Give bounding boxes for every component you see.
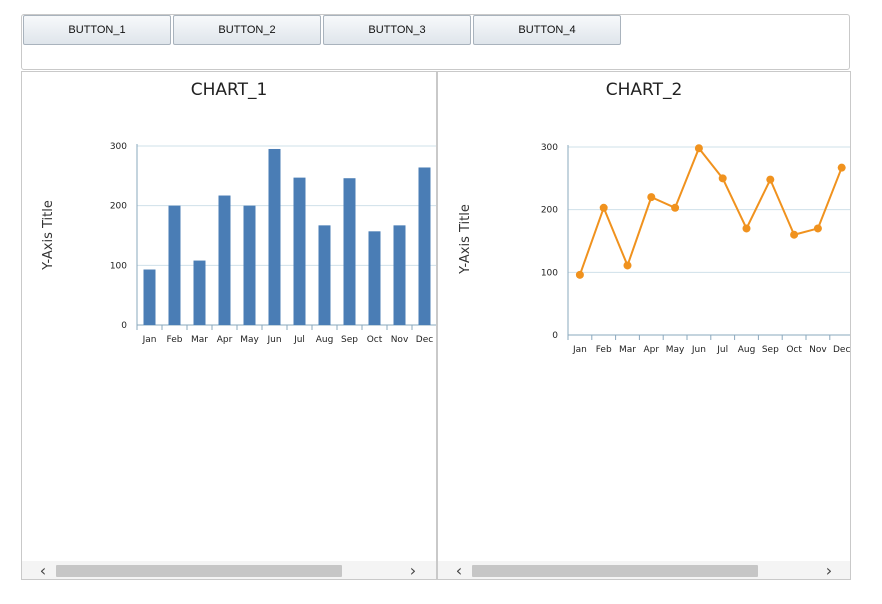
chart-1-y-axis-title: Y-Axis Title bbox=[41, 200, 56, 271]
chart-1-x-tick-label: Mar bbox=[191, 335, 208, 345]
chart-2-x-tick-label: Oct bbox=[786, 345, 802, 355]
chart-2-point-mar bbox=[623, 261, 632, 270]
chart-1-bar-dec bbox=[418, 167, 431, 325]
chart-2-x-tick-label: May bbox=[666, 345, 685, 355]
button-1[interactable]: BUTTON_1 bbox=[23, 15, 171, 45]
chart-2-point-sep bbox=[766, 175, 775, 184]
scroll-right-icon[interactable]: › bbox=[820, 561, 838, 580]
chart-2-y-tick-label: 0 bbox=[552, 331, 558, 341]
chart-1-x-tick-label: Feb bbox=[167, 335, 183, 345]
chart-1-x-tick-label: Dec bbox=[416, 335, 433, 345]
chart-2-point-aug bbox=[742, 224, 751, 233]
chart-panel-1: CHART_1 Y-Axis Title 0 100 200 300 Jan Feb Mar A… bbox=[21, 71, 437, 580]
chart-1-y-tick-label: 200 bbox=[110, 202, 127, 212]
chart-1-x-tick-label: Jun bbox=[266, 335, 281, 345]
chart-2-y-tick-label: 300 bbox=[541, 143, 558, 153]
chart-2-point-feb bbox=[599, 203, 608, 212]
chart-2-series-line bbox=[578, 147, 843, 276]
chart-1-bar-jul bbox=[293, 177, 306, 325]
chart-1-y-tick-label: 100 bbox=[110, 261, 127, 271]
scrollbar-thumb[interactable] bbox=[56, 565, 342, 577]
button-4[interactable]: BUTTON_4 bbox=[473, 15, 621, 45]
chart-2-x-tick-label: Apr bbox=[644, 345, 660, 355]
chart-2-x-tick-label: Jul bbox=[716, 345, 728, 355]
chart-2-x-tick-label: Sep bbox=[762, 345, 779, 355]
chart-1-bar-may bbox=[243, 205, 256, 325]
chart-2-x-tick-label: Nov bbox=[809, 345, 827, 355]
chart-1-horizontal-scrollbar[interactable]: ‹ › bbox=[22, 561, 436, 579]
chart-2-x-tick-label: Mar bbox=[619, 345, 636, 355]
chart-panel-2: CHART_2 Y-Axis Title 0 100 200 300 Jan Feb Mar A… bbox=[437, 71, 851, 580]
chart-2-horizontal-scrollbar[interactable]: ‹ › bbox=[438, 561, 850, 579]
scroll-left-icon[interactable]: ‹ bbox=[34, 561, 52, 580]
toolbar: BUTTON_1 BUTTON_2 BUTTON_3 BUTTON_4 bbox=[21, 14, 850, 70]
chart-1-bar-oct bbox=[368, 231, 381, 325]
chart-2-point-jun bbox=[694, 144, 703, 153]
chart-1-bar-feb bbox=[168, 205, 181, 325]
chart-1-bar-nov bbox=[393, 225, 406, 325]
chart-2-y-axis-title: Y-Axis Title bbox=[458, 204, 473, 275]
chart-1-x-tick-label: Jan bbox=[142, 335, 157, 345]
chart-1-x-tick-label: Aug bbox=[316, 335, 334, 345]
chart-1-y-tick-label: 300 bbox=[110, 142, 127, 152]
chart-2-point-jul bbox=[718, 174, 727, 183]
chart-1-plot: Y-Axis Title 0 100 200 300 Jan Feb Mar Apr May Jun… bbox=[41, 142, 436, 345]
chart-2-point-nov bbox=[813, 224, 822, 233]
chart-2-point-dec bbox=[837, 163, 846, 172]
chart-1-y-tick-label: 0 bbox=[121, 321, 127, 331]
scroll-right-icon[interactable]: › bbox=[404, 561, 422, 580]
chart-1-x-tick-label: Sep bbox=[341, 335, 358, 345]
chart-2-plot: Y-Axis Title 0 100 200 300 Jan Feb Mar Apr May Jun… bbox=[458, 143, 850, 355]
chart-1-x-tick-label: May bbox=[240, 335, 259, 345]
chart-2-x-tick-label: Feb bbox=[596, 345, 612, 355]
chart-1-x-tick-label: Nov bbox=[391, 335, 409, 345]
scrollbar-thumb[interactable] bbox=[472, 565, 758, 577]
chart-2-point-jan bbox=[575, 270, 584, 279]
chart-1-x-tick-label: Jul bbox=[293, 335, 305, 345]
scroll-left-icon[interactable]: ‹ bbox=[450, 561, 468, 580]
chart-2-x-tick-label: Aug bbox=[738, 345, 756, 355]
chart-2-x-tick-label: Dec bbox=[833, 345, 850, 355]
chart-1-x-tick-label: Oct bbox=[367, 335, 383, 345]
chart-2-point-may bbox=[671, 203, 680, 212]
chart-1-bar-aug bbox=[318, 225, 331, 325]
chart-2-y-tick-label: 200 bbox=[541, 206, 558, 216]
chart-1-bar-mar bbox=[193, 260, 206, 325]
chart-1-x-tick-label: Apr bbox=[217, 335, 233, 345]
chart-2-point-apr bbox=[647, 193, 656, 202]
button-2[interactable]: BUTTON_2 bbox=[173, 15, 321, 45]
chart-2-x-tick-label: Jan bbox=[572, 345, 587, 355]
chart-2-point-oct bbox=[790, 230, 799, 239]
chart-1-bar-sep bbox=[343, 178, 356, 325]
button-3[interactable]: BUTTON_3 bbox=[323, 15, 471, 45]
chart-1-bar-apr bbox=[218, 195, 231, 325]
chart-1-bar-jan bbox=[143, 269, 156, 325]
chart-1-bar-jun bbox=[268, 148, 281, 325]
chart-2-y-tick-label: 100 bbox=[541, 268, 558, 278]
chart-2-x-tick-label: Jun bbox=[691, 345, 706, 355]
